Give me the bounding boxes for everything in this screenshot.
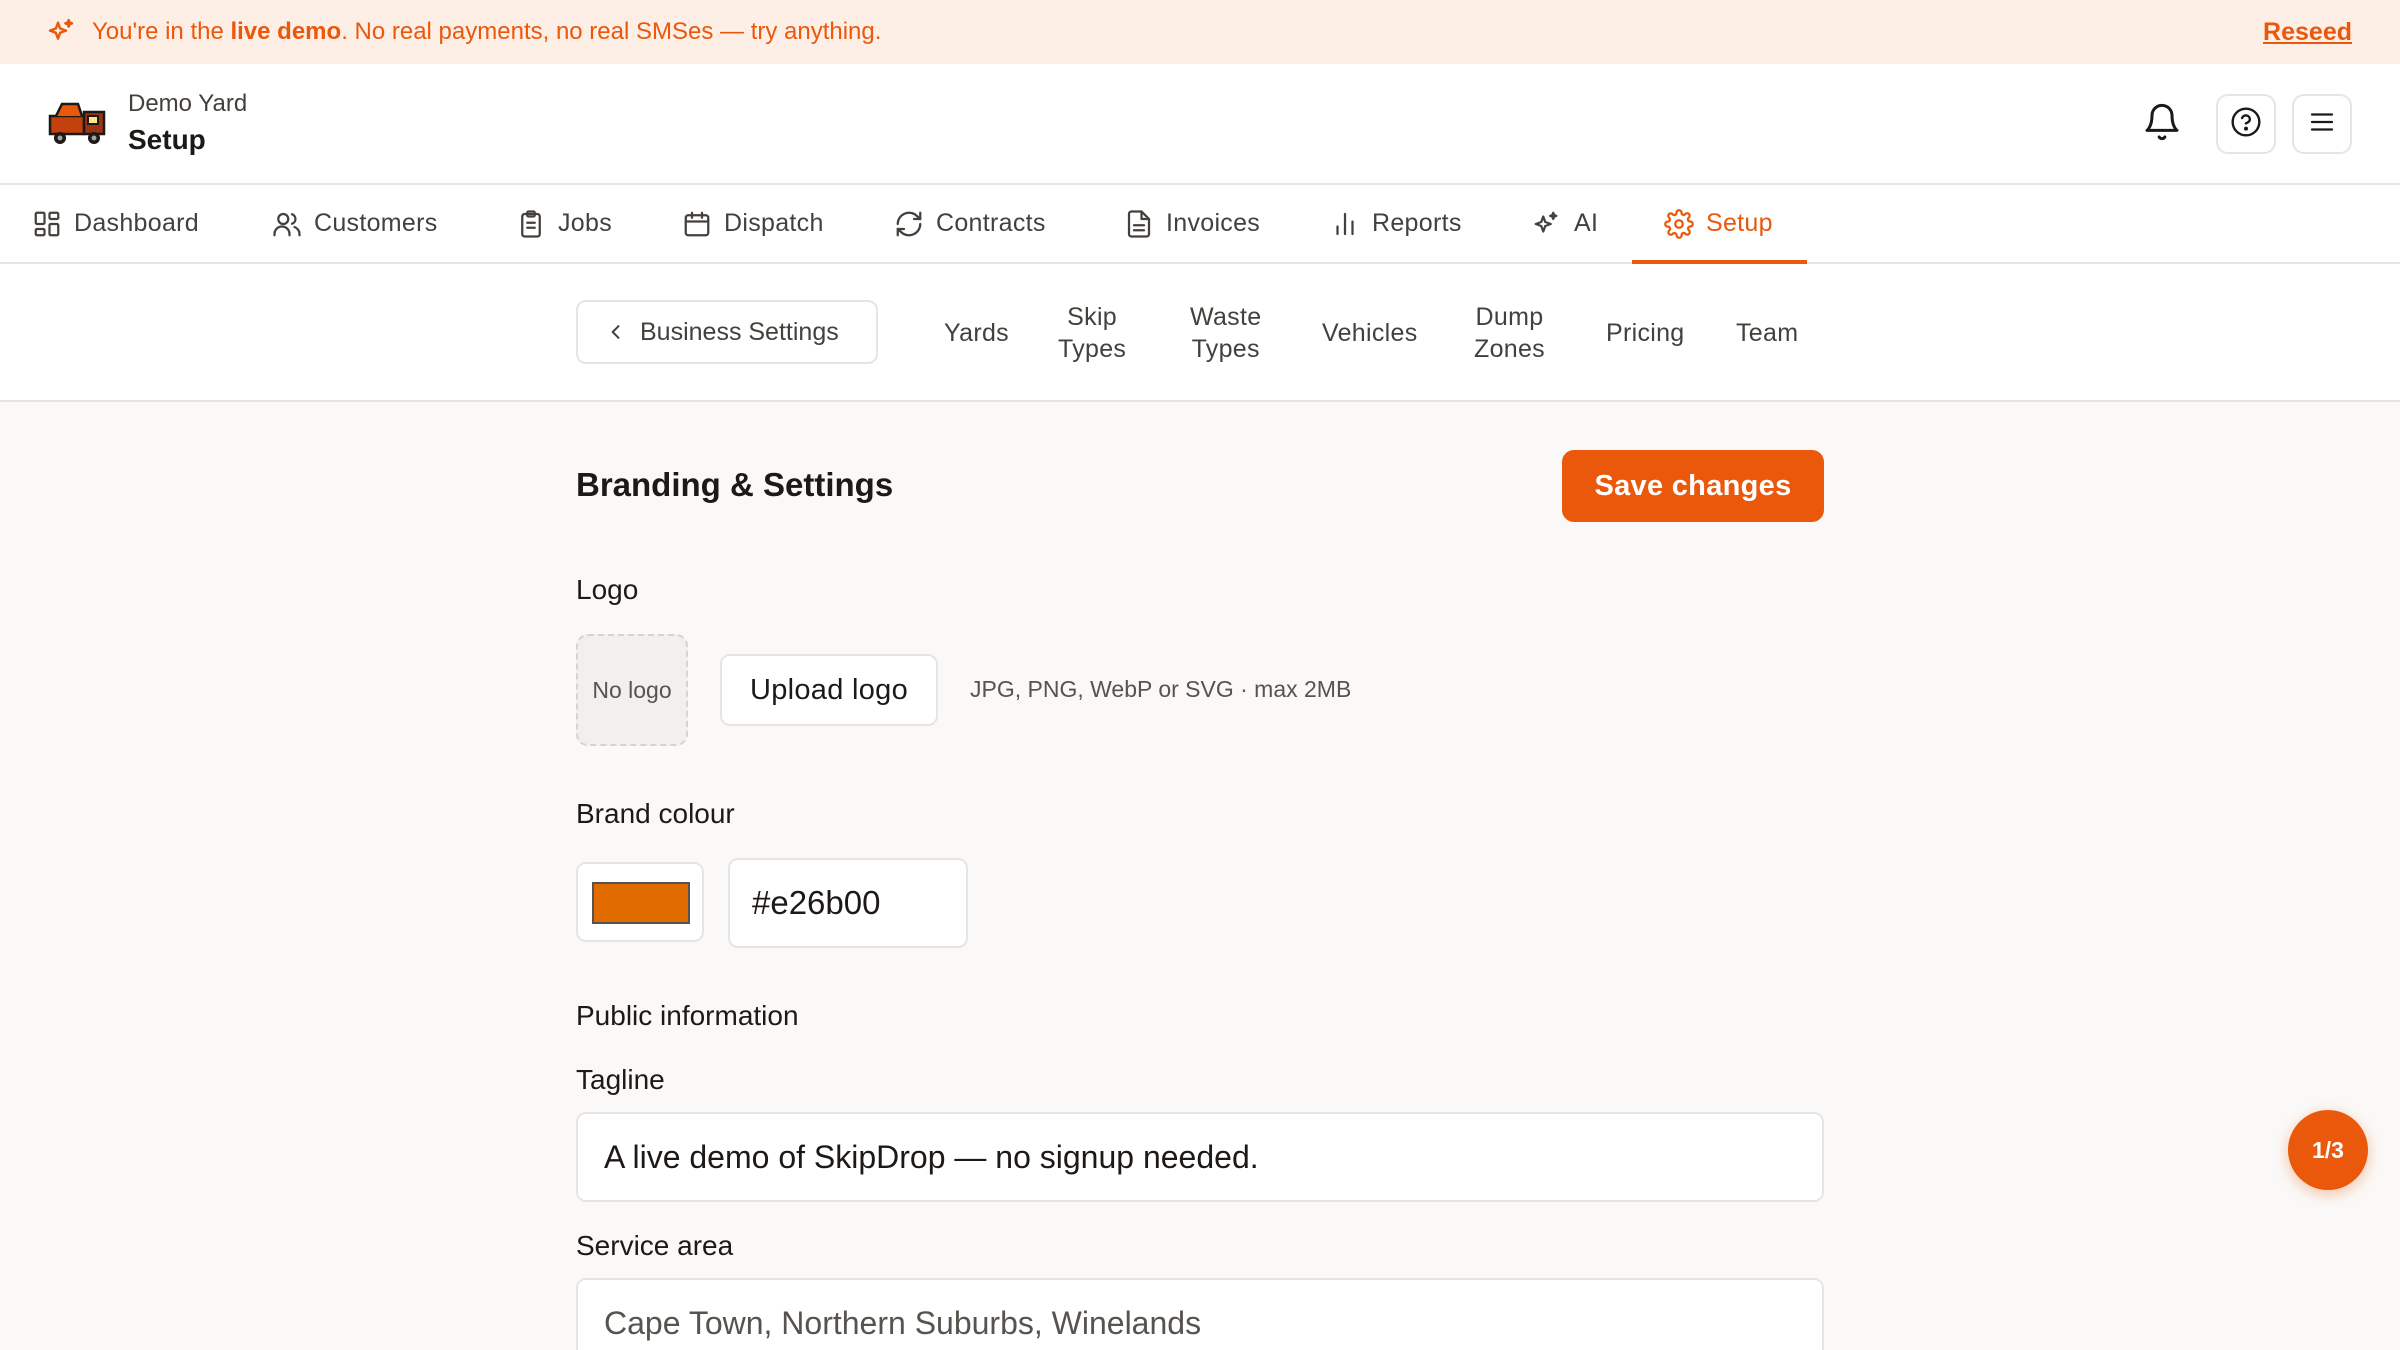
subnav-item-waste-types[interactable]: Waste Types [1190, 301, 1261, 365]
dashboard-icon [34, 211, 60, 236]
help-button[interactable] [2216, 94, 2276, 154]
file-icon [1127, 209, 1151, 238]
calendar-icon [684, 211, 710, 236]
hamburger-icon [2307, 107, 2337, 142]
brand-colour-label: Brand colour [576, 798, 735, 829]
sparkles-icon [1534, 211, 1558, 233]
subnav-item-vehicles[interactable]: Vehicles [1322, 317, 1418, 349]
subnav-item-skip-types[interactable]: Skip Types [1058, 301, 1126, 365]
help-icon [2230, 106, 2262, 143]
page-title: Setup [128, 124, 206, 155]
nav-label: AI [1574, 209, 1599, 237]
upload-logo-button[interactable]: Upload logo [720, 654, 938, 726]
subnav-item-yards[interactable]: Yards [944, 317, 1009, 349]
save-changes-button[interactable]: Save changes [1562, 450, 1824, 522]
nav-item-jobs[interactable]: Jobs [516, 185, 612, 262]
banner-highlight: live demo [230, 18, 342, 45]
yard-name: Demo Yard [128, 90, 248, 117]
demo-banner: You're in the live demo. No real payment… [0, 0, 2400, 64]
bar-chart-icon [1336, 212, 1354, 235]
menu-button[interactable] [2292, 94, 2352, 154]
nav-label: Contracts [936, 209, 1046, 237]
nav-item-ai[interactable]: AI [1532, 185, 1598, 262]
nav-item-dashboard[interactable]: Dashboard [32, 185, 199, 262]
back-to-business-settings-button[interactable]: Business Settings [576, 300, 878, 364]
tour-step-button[interactable]: 1/3 [2288, 1110, 2368, 1190]
nav-label: Dashboard [74, 209, 200, 237]
section-title: Branding & Settings [576, 466, 894, 503]
nav-label: Jobs [558, 209, 613, 237]
clipboard-icon [521, 209, 541, 238]
subnav-item-team[interactable]: Team [1736, 317, 1798, 349]
nav-item-invoices[interactable]: Invoices [1124, 185, 1260, 262]
tagline-label: Tagline [576, 1064, 665, 1095]
sparkles-icon [46, 16, 78, 48]
brand-colour-picker[interactable] [576, 862, 704, 942]
main-nav: Dashboard Customers Jobs Dispatch Contra… [0, 185, 2400, 264]
service-area-label: Service area [576, 1230, 734, 1261]
subnav-label: Pricing [1606, 319, 1685, 347]
subnav-label-line2: Types [1058, 335, 1127, 363]
nav-item-contracts[interactable]: Contracts [894, 185, 1046, 262]
subnav-label-line1: Skip [1067, 303, 1118, 331]
logo-label: Logo [576, 574, 639, 605]
service-area-input[interactable]: Cape Town, Northern Suburbs, Winelands [576, 1278, 1824, 1350]
nav-item-setup[interactable]: Setup [1632, 185, 1807, 264]
banner-suffix: . No real payments, no real SMSes — try … [341, 18, 882, 45]
nav-item-dispatch[interactable]: Dispatch [682, 185, 824, 262]
gear-icon [1664, 208, 1694, 239]
nav-item-customers[interactable]: Customers [272, 185, 438, 262]
settings-subnav: Business Settings Yards Skip Types Waste… [0, 264, 2400, 402]
subnav-label-line2: Zones [1474, 335, 1545, 363]
banner-text: You're in the live demo. No real payment… [92, 18, 881, 46]
nav-label: Customers [314, 209, 438, 237]
nav-label: Setup [1706, 209, 1773, 237]
subnav-item-pricing[interactable]: Pricing [1606, 317, 1685, 349]
subnav-item-dump-zones[interactable]: Dump Zones [1474, 301, 1545, 365]
users-icon [273, 212, 301, 236]
logo-placeholder-text: No logo [592, 676, 672, 703]
app-header: Demo Yard Setup [0, 64, 2400, 185]
truck-logo-icon [46, 98, 110, 150]
refresh-icon [896, 211, 922, 236]
colour-swatch [592, 882, 690, 924]
bell-icon[interactable] [2142, 100, 2182, 144]
subnav-label: Team [1736, 319, 1799, 347]
subnav-label-line2: Types [1191, 335, 1260, 363]
public-information-heading: Public information [576, 1000, 799, 1031]
subnav-label-line1: Waste [1190, 303, 1262, 331]
nav-label: Reports [1372, 209, 1462, 237]
tagline-input[interactable]: A live demo of SkipDrop — no signup need… [576, 1112, 1824, 1202]
banner-prefix: You're in the [92, 18, 231, 45]
nav-item-reports[interactable]: Reports [1330, 185, 1462, 262]
upload-hint: JPG, PNG, WebP or SVG · max 2MB [970, 676, 1352, 702]
reseed-link[interactable]: Reseed [2263, 18, 2352, 47]
chevron-left-icon [611, 325, 620, 339]
logo-placeholder[interactable]: No logo [576, 634, 688, 746]
nav-label: Invoices [1166, 209, 1261, 237]
subnav-label-line1: Dump [1475, 303, 1544, 331]
subnav-label: Vehicles [1322, 319, 1418, 347]
back-label: Business Settings [640, 317, 839, 346]
subnav-label: Yards [944, 319, 1009, 347]
brand-colour-hex-input[interactable]: #e26b00 [728, 858, 968, 948]
nav-label: Dispatch [724, 209, 824, 237]
